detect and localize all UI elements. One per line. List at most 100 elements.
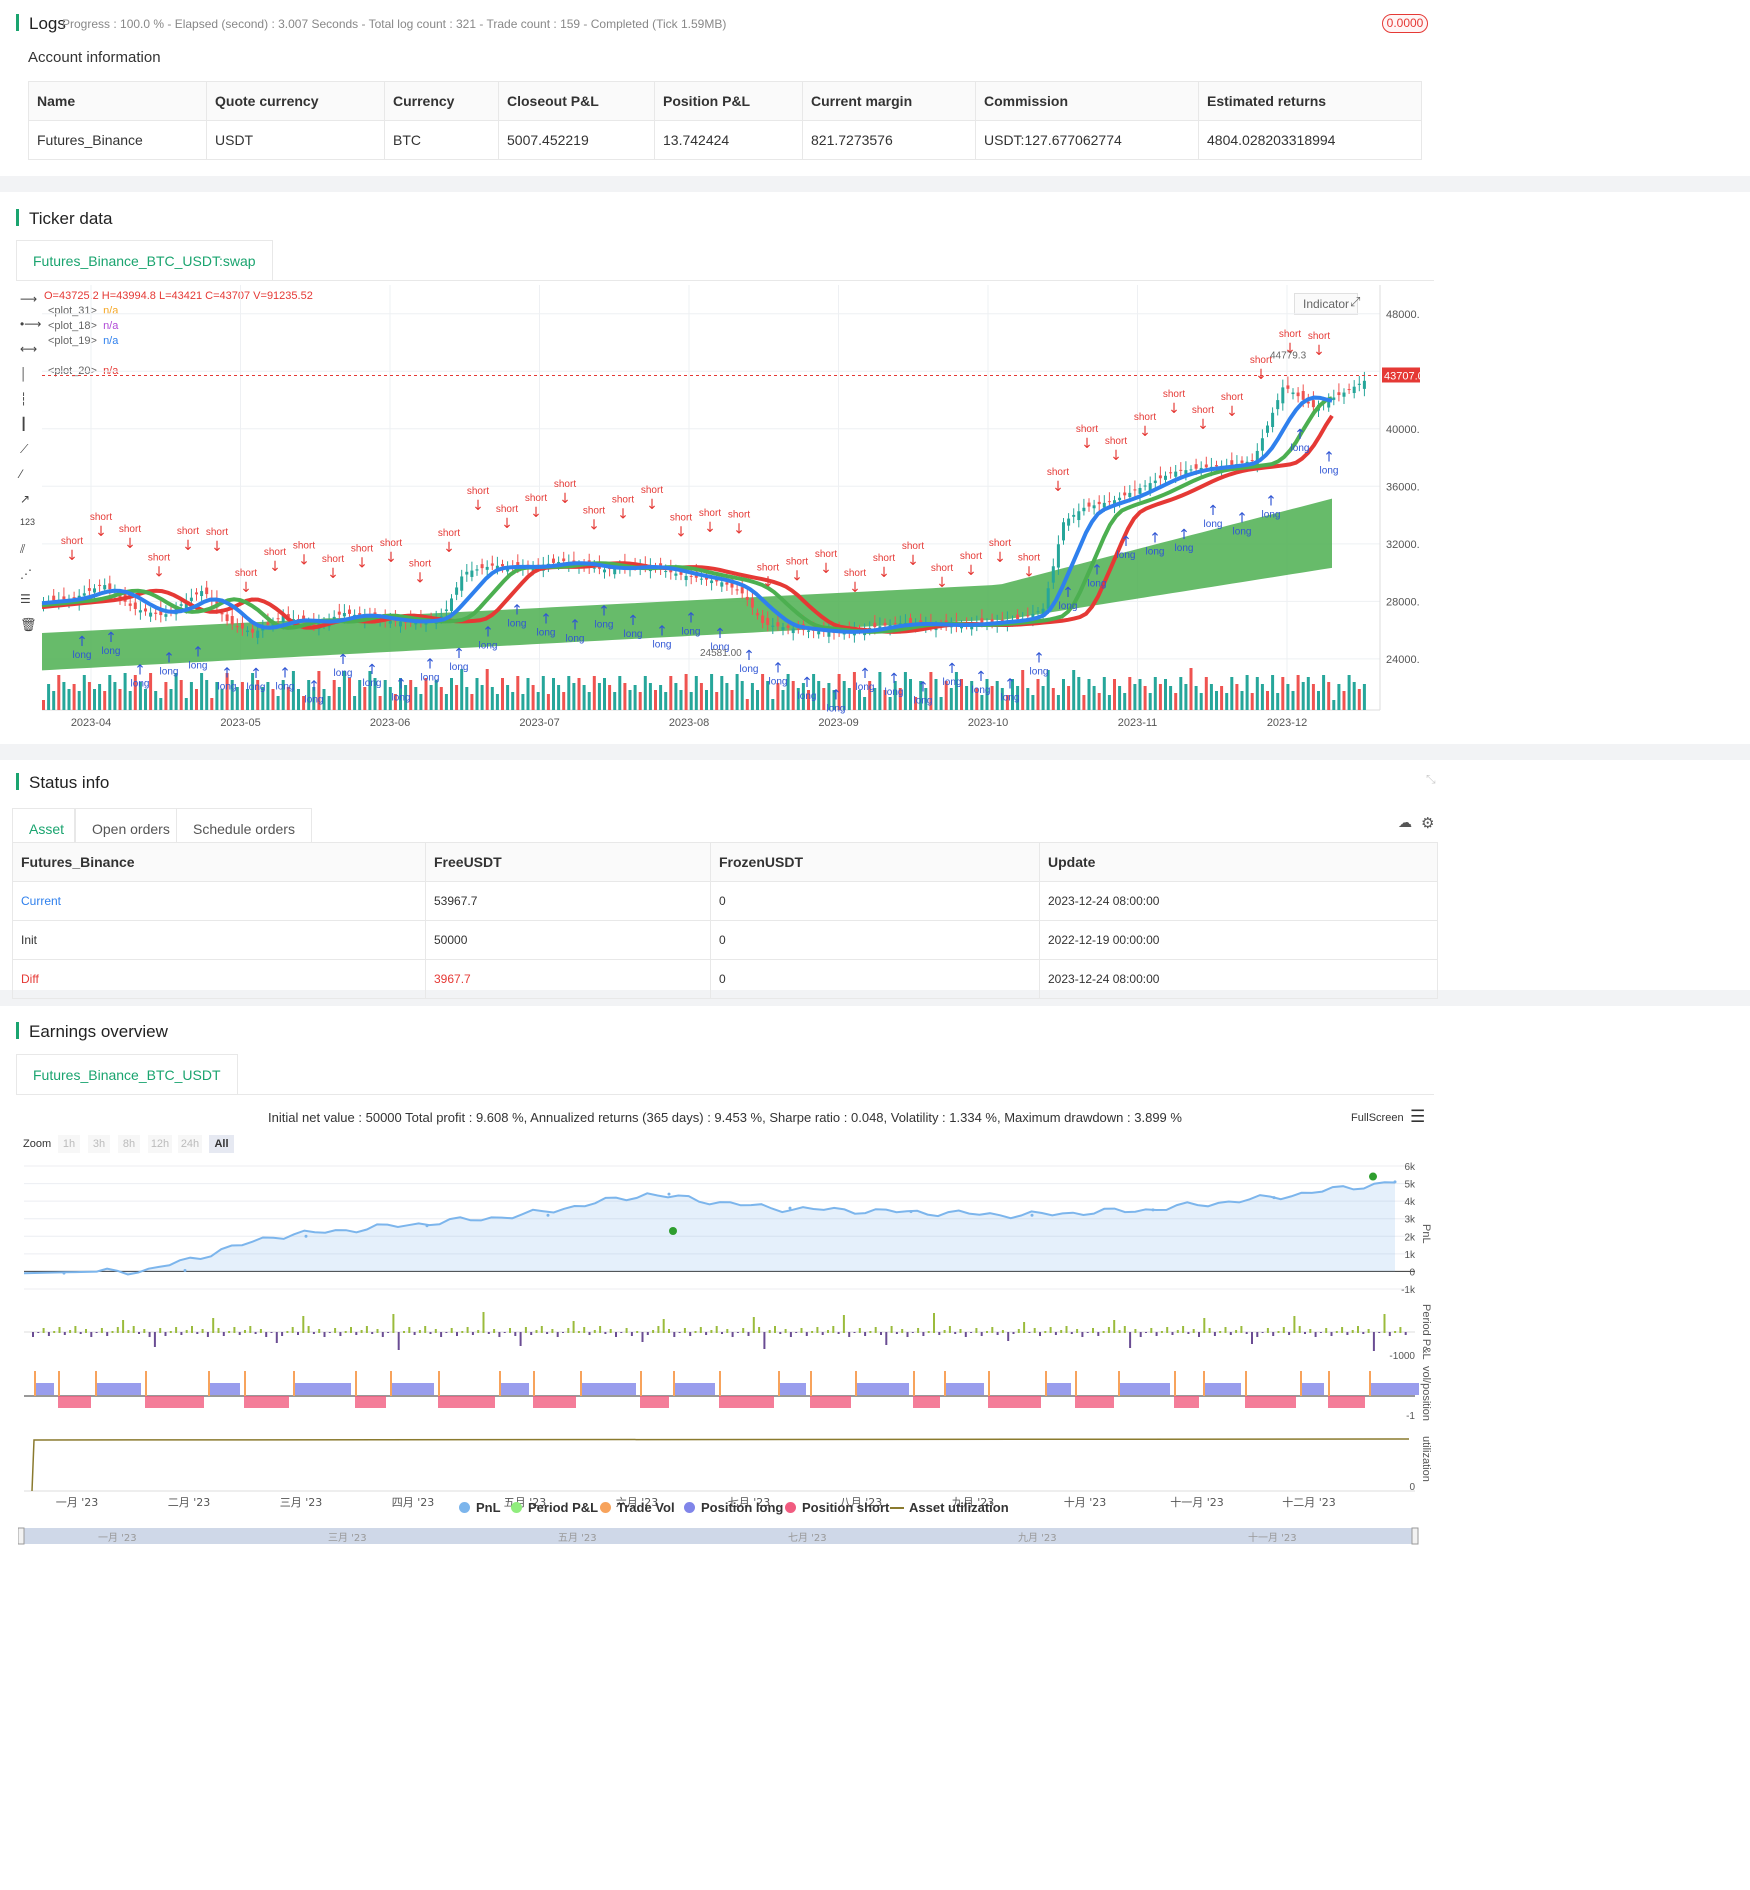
period-axis-title: Period P&L [1420,1304,1432,1360]
pnl-point [304,1234,308,1238]
period-pnl-bar [1097,1332,1100,1336]
volume-bar [608,685,612,710]
volume-bar [195,689,198,710]
tab-earnings-symbol[interactable]: Futures_Binance_BTC_USDT [16,1054,238,1094]
volume-bar [577,678,581,710]
gear-icon[interactable]: ⚙ [1421,814,1434,832]
short-signal-marker: short [554,479,576,490]
volume-bar [689,692,693,710]
position-short-block [1075,1396,1114,1408]
candle-body [220,612,224,615]
short-arrow-icon: ↓ [1168,401,1180,417]
volume-bar [475,678,479,710]
period-pnl-bar [408,1327,411,1333]
period-pnl-bar [1150,1328,1153,1333]
period-pnl-bar [1070,1332,1073,1334]
long-signal-marker: long [856,682,875,693]
period-pnl-bar [228,1331,231,1333]
position-long-block [580,1383,636,1395]
long-arrow-icon: ↑ [1062,585,1074,601]
volume-bar [57,675,61,710]
period-pnl-bar [222,1332,225,1336]
period-pnl-bar [265,1332,268,1337]
cloud-download-icon[interactable]: ☁ [1398,814,1412,831]
max-marker [1369,1172,1377,1181]
zoom-1h-button[interactable]: 1h [58,1135,80,1153]
position-short-block [1328,1396,1365,1408]
period-pnl-bar [572,1321,575,1333]
short-signal-marker: short [1047,467,1069,478]
legend-trade-vol[interactable]: Trade Vol [600,1500,675,1515]
period-pnl-bar [63,1332,66,1335]
period-pnl-bar [673,1332,676,1337]
volume-bar [1087,679,1091,710]
fullscreen-button[interactable]: FullScreen [1351,1112,1404,1124]
long-signal-marker: long [827,703,846,714]
period-pnl-bar [678,1332,681,1333]
long-arrow-icon: ↑ [1149,530,1161,546]
period-pnl-bar [493,1329,496,1333]
period-pnl-bar [328,1332,331,1333]
period-pnl-bar [1372,1332,1375,1351]
period-pnl-bar [869,1331,872,1333]
short-arrow-icon: ↓ [298,552,310,568]
volume-bar [597,683,601,710]
candle-body [103,585,107,590]
period-pnl-bar [244,1330,246,1333]
candle-body [1107,501,1111,503]
legend-position-short[interactable]: Position short [785,1500,889,1515]
legend-position-long[interactable]: Position long [684,1500,783,1515]
candle-body [873,622,877,628]
long-arrow-icon: ↑ [685,611,697,627]
volume-bar [1133,684,1137,710]
zoom-12h-button[interactable]: 12h [148,1135,172,1153]
range-navigator[interactable]: 一月 '23 三月 '23 五月 '23 七月 '23 九月 '23 十一月 '23 [18,1526,1438,1548]
zoom-label: Zoom [23,1138,52,1150]
zoom-24h-button[interactable]: 24h [178,1135,202,1153]
volume-bar [1327,682,1331,710]
period-pnl-bar [275,1332,278,1343]
period-pnl-bar [323,1332,326,1337]
volume-bar [562,692,566,710]
period-pnl-bar [79,1332,82,1334]
long-arrow-icon: ↑ [1236,510,1248,526]
volume-bar [659,685,663,710]
volume-bar [1062,679,1065,710]
pnl-tick-label: -1k [1401,1285,1416,1296]
period-pnl-bar [657,1326,660,1333]
short-arrow-icon: ↓ [1052,479,1064,495]
collapse-icon[interactable]: ⤡ [1426,772,1436,787]
candle-body [1067,518,1071,526]
legend-pnl[interactable]: PnL [459,1500,501,1515]
legend-asset-utilization[interactable]: Asset utilization [890,1500,1009,1515]
zoom-all-button[interactable]: All [209,1135,234,1153]
trade-vol-bar [438,1371,440,1396]
period-pnl-bar [567,1328,570,1333]
period-pnl-bar [281,1332,284,1336]
candle-body [240,623,244,629]
position-short-block [810,1396,851,1408]
period-tick-label: -1000 [1389,1351,1415,1362]
trade-vol-bar [244,1371,246,1396]
trade-vol-bar [34,1371,36,1396]
period-pnl-bar [37,1332,40,1333]
volume-bar [363,687,367,710]
menu-icon[interactable]: ☰ [1410,1107,1425,1127]
tab-ticker-symbol[interactable]: Futures_Binance_BTC_USDT:swap [16,240,273,280]
zoom-8h-button[interactable]: 8h [118,1135,140,1153]
candle-body [475,569,479,571]
candle-body [1194,464,1198,469]
volume-bar [516,676,520,710]
zoom-3h-button[interactable]: 3h [88,1135,110,1153]
volume-bar [1164,679,1167,710]
legend-period-pnl[interactable]: Period P&L [511,1500,598,1515]
candle-body [348,609,351,614]
logs-badge[interactable]: 0.0000 [1382,14,1428,33]
volume-bar [200,673,204,710]
volume-bar [297,689,300,710]
period-pnl-bar [456,1332,458,1336]
volume-bar [419,694,423,710]
period-pnl-bar [365,1326,368,1333]
trade-vol-bar [499,1371,501,1396]
short-arrow-icon: ↓ [1110,448,1122,464]
